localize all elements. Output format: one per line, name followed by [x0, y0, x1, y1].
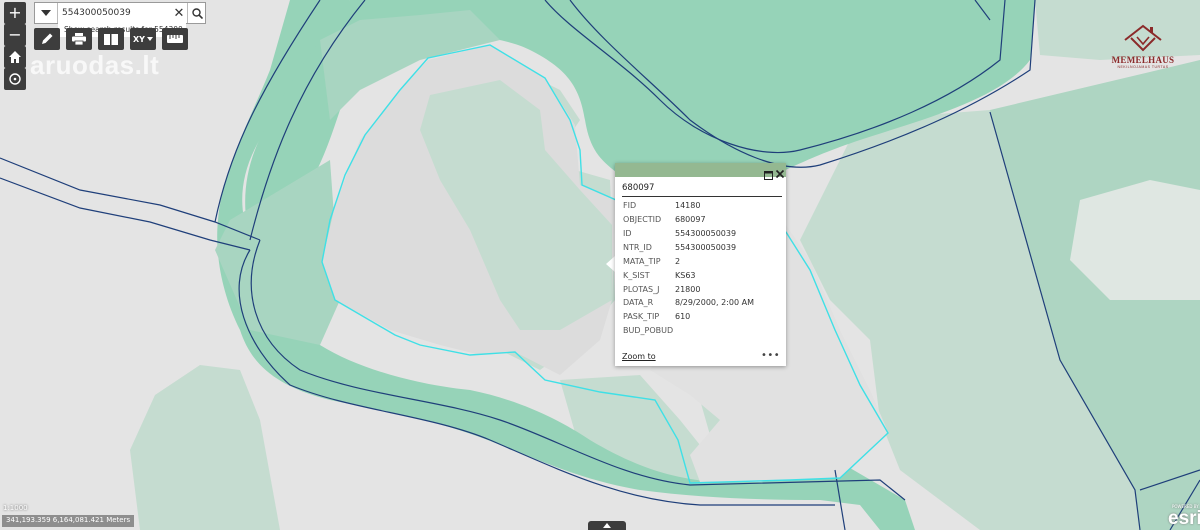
coordinates-tool-button[interactable]: XY [130, 28, 156, 50]
popup-row-fid: FID 14180 [623, 201, 783, 213]
home-icon [9, 51, 21, 63]
layers-tool-button[interactable] [98, 28, 124, 50]
field-key: BUD_POBUD [623, 326, 674, 335]
print-icon [72, 33, 86, 45]
logo-name: MEMELHAUS [1111, 55, 1175, 65]
popup-row-k-sist: K_SIST KS63 [623, 271, 783, 283]
measure-icon [167, 35, 183, 43]
memelhaus-logo: MEMELHAUS NEKILNOJAMAS TURTAS [1100, 22, 1186, 69]
popup-divider [622, 196, 782, 197]
field-value: 554300050039 [675, 229, 737, 238]
field-key: PLOTAS_J [623, 285, 660, 294]
print-tool-button[interactable] [66, 28, 92, 50]
field-value: KS63 [675, 271, 696, 280]
measure-tool-button[interactable] [162, 28, 188, 50]
caret-down-icon [41, 10, 51, 16]
field-value: 21800 [675, 285, 701, 294]
map-canvas[interactable] [0, 0, 1200, 530]
house-logo-icon [1124, 24, 1162, 52]
field-key: MATA_TIP [623, 257, 661, 266]
field-key: ID [623, 229, 632, 238]
logo-subtitle: NEKILNOJAMAS TURTAS [1117, 65, 1169, 69]
field-key: OBJECTID [623, 215, 662, 224]
popup-row-objectid: OBJECTID 680097 [623, 215, 783, 227]
field-key: DATA_R [623, 298, 654, 307]
layers-icon [104, 33, 118, 45]
home-button[interactable] [4, 46, 26, 68]
maximize-button[interactable] [764, 165, 774, 180]
close-icon [775, 169, 785, 179]
field-value: 14180 [675, 201, 701, 210]
field-value: 554300050039 [675, 243, 737, 252]
field-value: 610 [675, 312, 691, 321]
popup-pointer [606, 256, 615, 272]
zoom-out-button[interactable]: − [4, 24, 26, 46]
caret-down-icon [146, 37, 153, 41]
search-button[interactable] [187, 3, 206, 23]
field-key: K_SIST [623, 271, 650, 280]
popup-title: 680097 [622, 183, 655, 193]
popup-row-plotas-j: PLOTAS_J 21800 [623, 285, 783, 297]
search-box: ✕ [34, 2, 206, 24]
search-clear-button[interactable]: ✕ [171, 4, 187, 22]
zoom-in-button[interactable]: + [4, 2, 26, 24]
search-source-dropdown[interactable] [35, 3, 58, 23]
coordinates-readout: 341,193.359 6,164,081.421 Meters [2, 515, 135, 527]
draw-tool-button[interactable] [34, 28, 60, 50]
feature-popup: 680097 FID 14180 OBJECTID 680097 ID 5543000… [615, 163, 786, 366]
field-key: NTR_ID [623, 243, 652, 252]
locate-button[interactable] [4, 68, 26, 90]
popup-row-id: ID 554300050039 [623, 229, 783, 241]
bottom-panel-toggle[interactable] [588, 521, 626, 530]
popup-header [615, 163, 786, 180]
popup-row-bud-pobud: BUD_POBUD [623, 326, 783, 338]
popup-row-pask-tip: PASK_TIP 610 [623, 312, 783, 324]
close-button[interactable] [775, 164, 786, 179]
zoom-to-link[interactable]: Zoom to [622, 352, 656, 361]
crosshair-icon [9, 73, 21, 85]
maximize-icon [764, 171, 773, 180]
field-value: 2 [675, 257, 681, 266]
pencil-icon [42, 33, 53, 44]
popup-row-ntr-id: NTR_ID 554300050039 [623, 243, 783, 255]
popup-row-mata-tip: MATA_TIP 2 [623, 257, 783, 269]
coordinates-icon: XY [133, 34, 145, 44]
scale-label: 1:1000 [3, 504, 28, 512]
field-key: FID [623, 201, 637, 210]
esri-logo: esri [1168, 508, 1200, 529]
field-value: 680097 [675, 215, 706, 224]
popup-row-data-r: DATA_R 8/29/2000, 2:00 AM [623, 298, 783, 310]
watermark: aruodas.lt [30, 50, 160, 80]
field-value: 8/29/2000, 2:00 AM [675, 298, 754, 307]
more-actions-button[interactable]: ••• [761, 350, 780, 361]
search-icon [191, 7, 203, 19]
search-input[interactable] [62, 6, 170, 20]
caret-up-icon [603, 523, 611, 528]
field-key: PASK_TIP [623, 312, 660, 321]
